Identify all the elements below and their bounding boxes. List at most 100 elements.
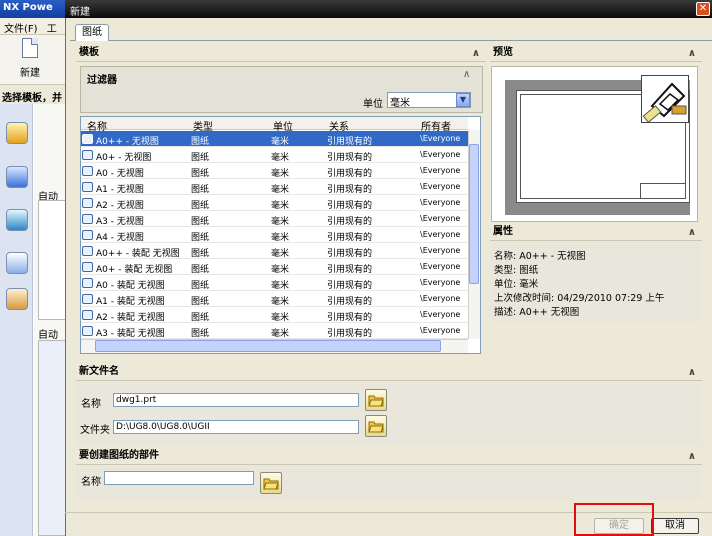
table-cell-type: 图纸 [191, 137, 210, 147]
table-cell-unit: 毫米 [271, 217, 290, 227]
drawing-template-icon [82, 230, 93, 240]
table-cell-relation: 引用现有的 [327, 329, 373, 339]
part-section-header[interactable]: 要创建图纸的部件 ∧ [76, 448, 702, 465]
close-button[interactable]: ✕ [696, 2, 710, 16]
table-row[interactable]: A0+ - 装配 无视图 图纸 毫米 引用现有的 \Everyone [81, 259, 468, 275]
app-hint-text: 选择模板，并 [2, 93, 62, 104]
part-name-input[interactable] [104, 471, 254, 485]
history-icon[interactable] [6, 252, 28, 274]
preview-section-title: 预览 [493, 47, 513, 58]
table-row[interactable]: A0+ - 无视图 图纸 毫米 引用现有的 \Everyone [81, 147, 468, 163]
table-cell-owner: \Everyone [420, 230, 461, 239]
table-cell-unit: 毫米 [271, 281, 290, 291]
table-row[interactable]: A4 - 无视图 图纸 毫米 引用现有的 \Everyone [81, 227, 468, 243]
table-cell-unit: 毫米 [271, 201, 290, 211]
table-row[interactable]: A0 - 无视图 图纸 毫米 引用现有的 \Everyone [81, 163, 468, 179]
table-cell-owner: \Everyone [420, 278, 461, 287]
menu-file[interactable]: 文件(F) [4, 24, 38, 34]
table-cell-name: A3 - 装配 无视图 [96, 329, 165, 339]
browse-file-button[interactable] [365, 389, 387, 411]
table-cell-name: A0++ - 装配 无视图 [96, 249, 180, 259]
preview-title-block [640, 183, 686, 199]
table-cell-unit: 毫米 [271, 153, 290, 163]
drawing-template-icon [82, 150, 93, 160]
table-cell-relation: 引用现有的 [327, 233, 373, 243]
vertical-scroll-thumb[interactable] [469, 144, 479, 284]
table-row[interactable]: A0 - 装配 无视图 图纸 毫米 引用现有的 \Everyone [81, 275, 468, 291]
table-row[interactable]: A2 - 装配 无视图 图纸 毫米 引用现有的 \Everyone [81, 307, 468, 323]
file-name-input[interactable]: dwg1.prt [113, 393, 359, 407]
drawing-template-icon [82, 134, 93, 144]
drawing-template-icon [82, 246, 93, 256]
dropdown-arrow-icon[interactable]: ▼ [456, 93, 470, 107]
table-row[interactable]: A0++ - 无视图 图纸 毫米 引用现有的 \Everyone [81, 131, 468, 147]
table-cell-type: 图纸 [191, 201, 210, 211]
table-cell-unit: 毫米 [271, 329, 290, 339]
cancel-button[interactable]: 取消 [651, 518, 699, 534]
panel-area [38, 200, 68, 320]
templates-section-header[interactable]: 模板 ∧ [76, 45, 486, 62]
table-cell-unit: 毫米 [271, 233, 290, 243]
new-file-area [76, 382, 702, 446]
new-file-section-header[interactable]: 新文件名 ∧ [76, 364, 702, 381]
assembly-navigator-icon[interactable] [6, 122, 28, 144]
table-cell-unit: 毫米 [271, 265, 290, 275]
tab-drawing[interactable]: 图纸 [75, 24, 109, 41]
table-cell-owner: \Everyone [420, 246, 461, 255]
property-modified: 上次修改时间: 04/29/2010 07:29 上午 [494, 293, 665, 304]
drawing-template-icon [82, 166, 93, 176]
filter-collapse-icon[interactable]: ∧ [463, 69, 470, 80]
table-row[interactable]: A2 - 无视图 图纸 毫米 引用现有的 \Everyone [81, 195, 468, 211]
constraint-navigator-icon[interactable] [6, 166, 28, 188]
horizontal-scroll-thumb[interactable] [95, 340, 441, 352]
table-cell-owner: \Everyone [420, 310, 461, 319]
table-row[interactable]: A0++ - 装配 无视图 图纸 毫米 引用现有的 \Everyone [81, 243, 468, 259]
table-cell-type: 图纸 [191, 265, 210, 275]
menu-tools[interactable]: 工 [47, 24, 57, 34]
new-document-icon [22, 38, 38, 58]
open-folder-icon [263, 478, 279, 490]
table-cell-owner: \Everyone [420, 294, 461, 303]
new-file-section-title: 新文件名 [79, 366, 119, 377]
table-row[interactable]: A1 - 装配 无视图 图纸 毫米 引用现有的 \Everyone [81, 291, 468, 307]
drawing-template-icon [82, 214, 93, 224]
property-type: 类型: 图纸 [494, 265, 539, 276]
drawing-template-icon [82, 278, 93, 288]
app-title: NX Powe [3, 2, 53, 13]
table-row[interactable]: A3 - 装配 无视图 图纸 毫米 引用现有的 \Everyone [81, 323, 468, 339]
table-cell-name: A0++ - 无视图 [96, 137, 159, 147]
app-title-bar: NX Powe [0, 0, 68, 18]
drawing-template-icon [82, 326, 93, 336]
collapse-chevron-icon: ∧ [687, 48, 696, 59]
new-button[interactable]: 新建 [8, 38, 52, 82]
table-cell-name: A0 - 装配 无视图 [96, 281, 165, 291]
table-cell-type: 图纸 [191, 249, 210, 259]
table-cell-name: A1 - 装配 无视图 [96, 297, 165, 307]
app-menu-bar: 文件(F) 工 [0, 18, 68, 35]
table-cell-owner: \Everyone [420, 214, 461, 223]
collapse-chevron-icon: ∧ [687, 367, 696, 378]
properties-section-header[interactable]: 属性 ∧ [490, 224, 702, 241]
table-cell-relation: 引用现有的 [327, 185, 373, 195]
preview-section-header[interactable]: 预览 ∧ [490, 45, 702, 62]
drawing-template-icon [82, 262, 93, 272]
table-cell-unit: 毫米 [271, 313, 290, 323]
table-cell-name: A2 - 装配 无视图 [96, 313, 165, 323]
property-name: 名称: A0++ - 无视图 [494, 251, 586, 262]
folder-input[interactable]: D:\UG8.0\UG8.0\UGII [113, 420, 359, 434]
part-navigator-icon[interactable] [6, 209, 28, 231]
collapse-chevron-icon: ∧ [687, 451, 696, 462]
table-row[interactable]: A1 - 无视图 图纸 毫米 引用现有的 \Everyone [81, 179, 468, 195]
browse-part-button[interactable] [260, 472, 282, 494]
browse-folder-button[interactable] [365, 415, 387, 437]
table-row[interactable]: A3 - 无视图 图纸 毫米 引用现有的 \Everyone [81, 211, 468, 227]
new-button-label: 新建 [20, 68, 40, 79]
table-cell-relation: 引用现有的 [327, 265, 373, 275]
roles-icon[interactable] [6, 288, 28, 310]
table-cell-unit: 毫米 [271, 137, 290, 147]
close-icon: ✕ [698, 3, 708, 14]
table-cell-type: 图纸 [191, 233, 210, 243]
table-cell-relation: 引用现有的 [327, 169, 373, 179]
property-description: 描述: A0++ 无视图 [494, 307, 580, 318]
table-cell-type: 图纸 [191, 153, 210, 163]
